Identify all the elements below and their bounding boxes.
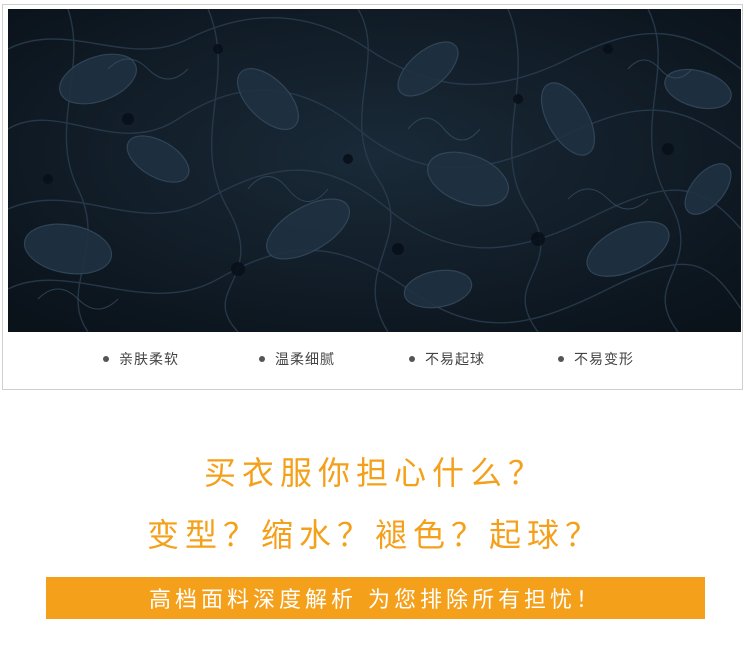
feature-label: 亲肤柔软 <box>119 352 179 368</box>
feature-label: 不易变形 <box>574 352 634 368</box>
feature-item: 不易变形 <box>558 347 634 371</box>
bullet-icon <box>558 356 564 362</box>
feature-label: 温柔细腻 <box>275 352 335 368</box>
headline-concerns: 变型？缩水？褪色？起球？ <box>146 516 603 554</box>
lace-fabric-image <box>8 9 741 332</box>
feature-item: 不易起球 <box>409 347 485 371</box>
headline-question: 买衣服你担心什么？ <box>203 454 546 492</box>
feature-list: 亲肤柔软 温柔细腻 不易起球 不易变形 <box>3 347 744 371</box>
feature-item: 亲肤柔软 <box>103 347 179 371</box>
feature-item: 温柔细腻 <box>259 347 335 371</box>
bullet-icon <box>409 356 415 362</box>
bullet-icon <box>259 356 265 362</box>
feature-label: 不易起球 <box>425 352 485 368</box>
fabric-card: 亲肤柔软 温柔细腻 不易起球 不易变形 <box>2 4 743 390</box>
analysis-banner: 高档面料深度解析 为您排除所有担忧！ <box>46 577 705 619</box>
bullet-icon <box>103 356 109 362</box>
banner-text: 高档面料深度解析 为您排除所有担忧！ <box>149 588 602 613</box>
